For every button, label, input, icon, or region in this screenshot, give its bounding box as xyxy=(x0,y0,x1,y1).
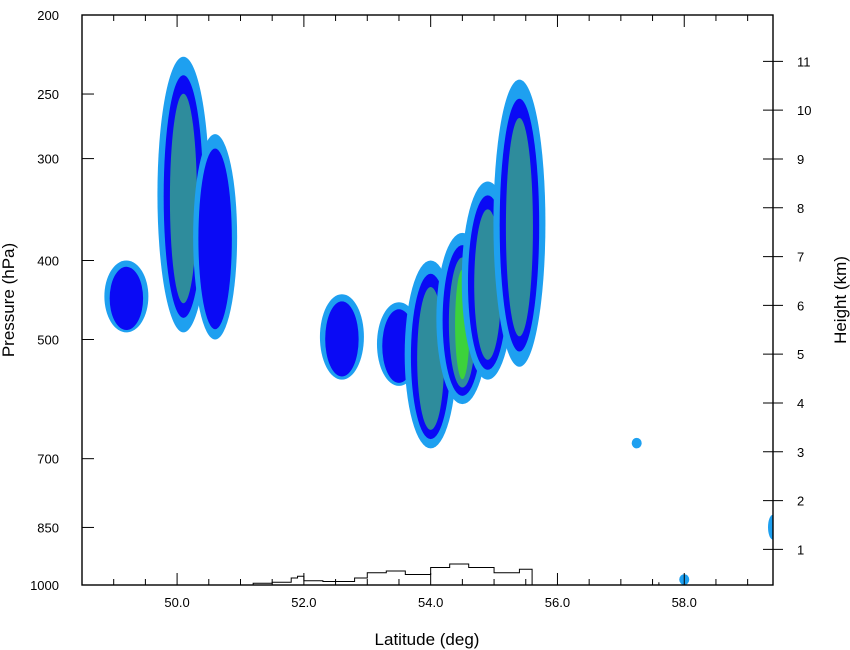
y-left-tick-label: 700 xyxy=(37,452,59,467)
y-right-tick-label: 10 xyxy=(797,103,811,118)
x-tick-label: 50.0 xyxy=(164,595,189,610)
contour-level-2 xyxy=(325,301,359,377)
y-axis-left-title: Pressure (hPa) xyxy=(0,243,18,357)
contour-level-2 xyxy=(109,266,144,331)
y-left-tick-label: 300 xyxy=(37,152,59,167)
y-axis-right-title: Height (km) xyxy=(831,256,850,344)
y-left-tick-label: 200 xyxy=(37,8,59,23)
y-right-tick-label: 2 xyxy=(797,494,804,509)
contour-level-3 xyxy=(505,118,533,337)
contour-chart: 50.0 52.0 54.0 56.0 58.0 200 250 300 400 500 700 8… xyxy=(0,8,850,649)
y-left-tick-label: 500 xyxy=(37,333,59,348)
contour-level-1 xyxy=(631,437,642,449)
terrain-line xyxy=(252,563,660,585)
y-left-tick-label: 850 xyxy=(37,520,59,535)
y-left-tick-label: 1000 xyxy=(30,578,59,593)
y-right-tick-label: 7 xyxy=(797,250,804,265)
y-right-tick-label: 6 xyxy=(797,298,804,313)
terrain-outline xyxy=(252,563,660,585)
y-right-tick-label: 11 xyxy=(797,54,811,69)
x-tick-label: 52.0 xyxy=(291,595,316,610)
y-right-tick-label: 8 xyxy=(797,201,804,216)
contour-level-2 xyxy=(198,148,232,330)
y-right-tick-label: 5 xyxy=(797,347,804,362)
y-right-tick-label: 1 xyxy=(797,542,804,557)
x-axis-title: Latitude (deg) xyxy=(375,630,480,649)
x-tick-label: 58.0 xyxy=(672,595,697,610)
y-axis-right: 1 2 3 4 5 6 7 8 9 10 11 xyxy=(763,54,811,557)
y-axis-left: 200 250 300 400 500 700 850 1000 xyxy=(30,8,94,593)
y-left-tick-label: 250 xyxy=(37,87,59,102)
y-left-tick-label: 400 xyxy=(37,253,59,268)
x-tick-label: 56.0 xyxy=(545,595,570,610)
y-right-tick-label: 3 xyxy=(797,445,804,460)
x-tick-label: 54.0 xyxy=(418,595,443,610)
contour-layer xyxy=(104,56,773,585)
contour-level-3 xyxy=(169,93,197,304)
y-right-tick-label: 4 xyxy=(797,396,804,411)
y-right-tick-label: 9 xyxy=(797,152,804,167)
